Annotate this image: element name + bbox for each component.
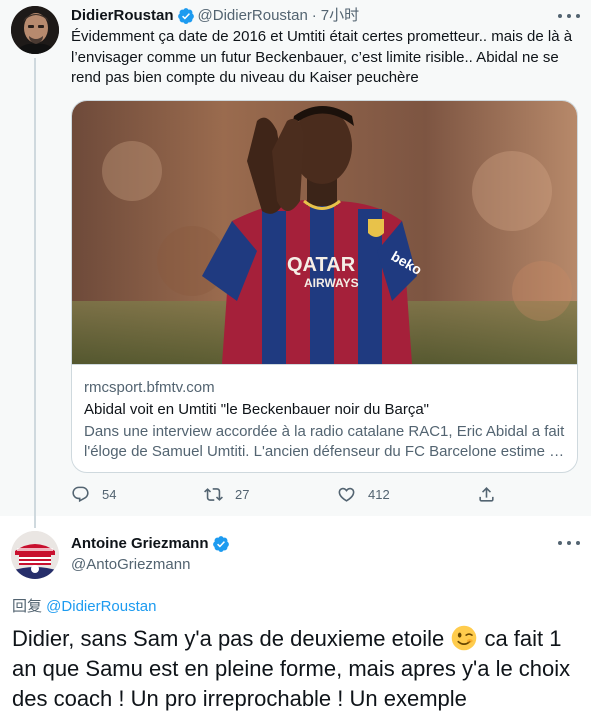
card-title: Abidal voit en Umtiti "le Beckenbauer no… [84,401,429,418]
avatar[interactable] [11,531,59,579]
heart-icon [338,487,355,502]
reply-tweet-text: Didier, sans Sam y'a pas de deuxieme eto… [12,624,582,714]
like-button[interactable]: 412 [337,485,390,504]
card-description: Dans une interview accordée à la radio c… [84,423,565,460]
reply-button[interactable]: 54 [71,485,116,504]
thread-connector-line [34,58,36,528]
share-button[interactable] [477,485,508,504]
avatar[interactable] [11,6,59,54]
like-count: 412 [368,487,390,502]
replying-to-mention[interactable]: @DidierRoustan [46,598,156,615]
card-image: QATAR AIRWAYS beko [72,101,577,364]
handle[interactable]: @DidierRoustan [198,6,308,26]
svg-text:QATAR: QATAR [287,254,356,276]
display-name[interactable]: DidierRoustan [71,6,174,26]
share-icon [479,487,494,502]
card-domain: rmcsport.bfmtv.com [84,379,215,396]
tweet-header: DidierRoustan @DidierRoustan · 7小时 [71,6,359,26]
reply-icon [72,486,89,503]
reply-text-part1: Didier, sans Sam y'a pas de deuxieme eto… [12,626,451,651]
display-name[interactable]: Antoine Griezmann [71,534,209,554]
parent-tweet[interactable]: DidierRoustan @DidierRoustan · 7小时 Évide… [0,0,591,528]
more-options-icon[interactable] [558,539,580,547]
retweet-count: 27 [235,487,250,502]
winking-face-icon [452,625,477,651]
link-card[interactable]: QATAR AIRWAYS beko rmcsport.bfmtv.com Ab… [71,100,578,473]
tweet-actions: 54 27 412 [71,485,511,507]
separator-dot: · [311,7,317,24]
svg-text:AIRWAYS: AIRWAYS [304,276,359,290]
handle[interactable]: @AntoGriezmann [71,555,190,575]
card-divider [72,364,577,365]
replying-to-line: 回复 @DidierRoustan [12,597,156,617]
replying-to-prefix: 回复 [12,598,47,615]
tweet-text: Évidemment ça date de 2016 et Umtiti éta… [71,28,573,86]
verified-badge-icon [212,536,229,552]
retweet-button[interactable]: 27 [204,485,249,504]
timestamp[interactable]: 7小时 [321,6,359,26]
more-options-icon[interactable] [558,12,580,20]
tweet-header: Antoine Griezmann [71,534,233,554]
verified-badge-icon [177,8,194,24]
reply-count: 54 [102,487,117,502]
retweet-icon [204,488,223,501]
